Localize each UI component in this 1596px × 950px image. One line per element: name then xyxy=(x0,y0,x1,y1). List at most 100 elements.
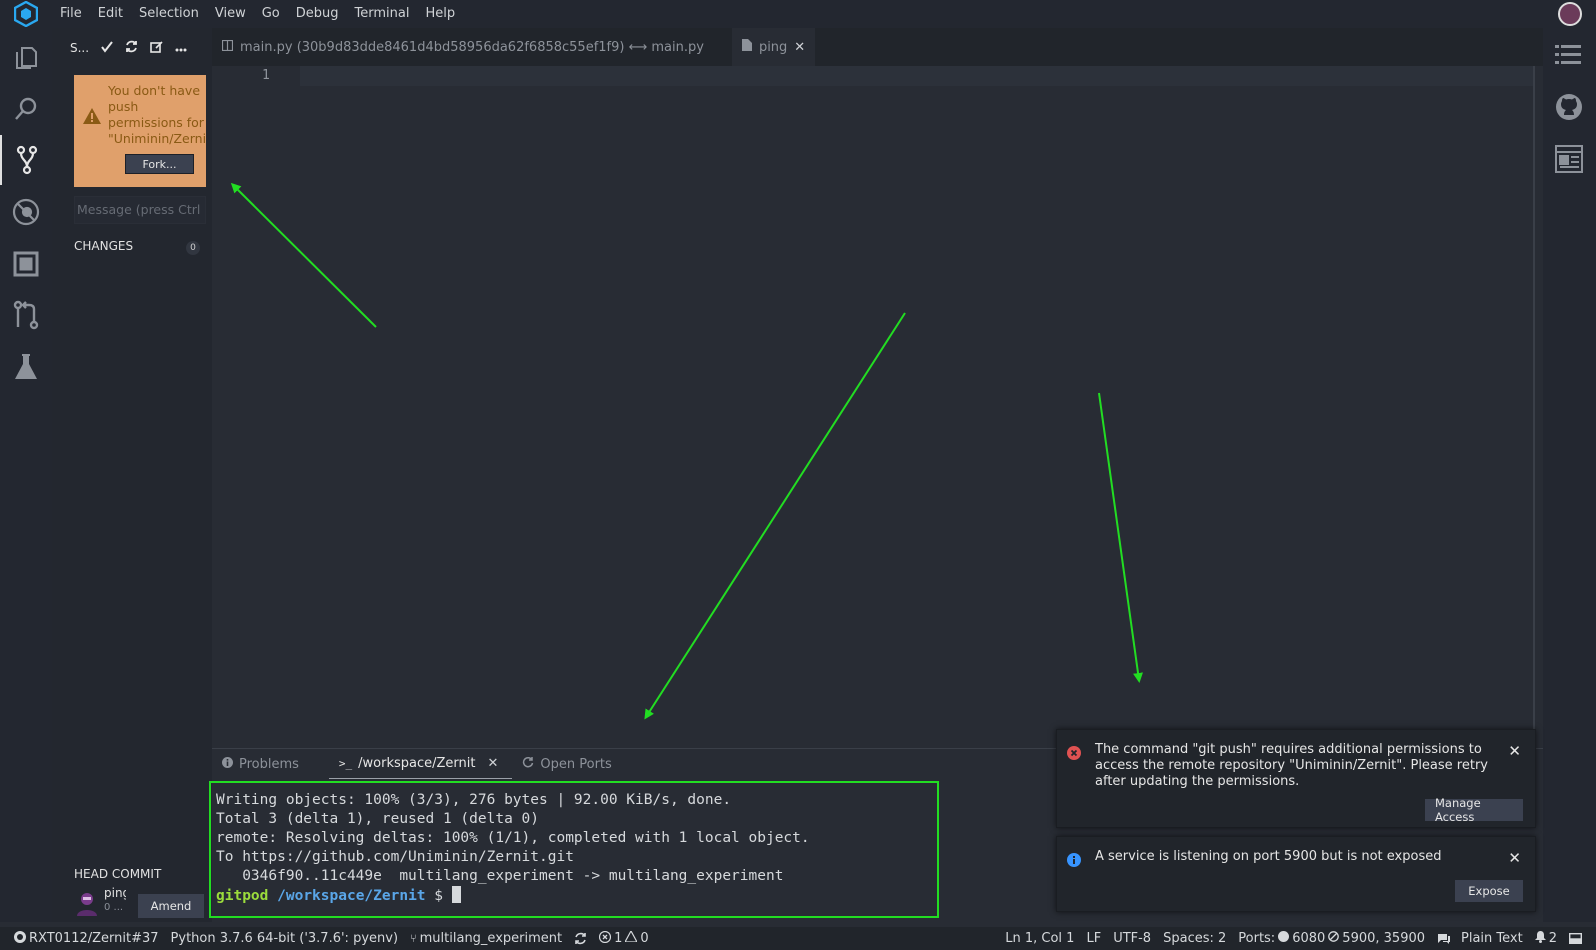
scm-title: S... xyxy=(70,41,90,55)
code-editor[interactable]: 1 xyxy=(212,66,1533,746)
notification-count: 2 xyxy=(1548,931,1557,946)
tab-problems[interactable]: Problems xyxy=(212,749,313,779)
terminal-line: To https://github.com/Uniminin/Zernit.gi… xyxy=(216,849,574,865)
refresh-icon xyxy=(522,756,534,772)
user-avatar[interactable] xyxy=(1558,2,1582,26)
menu-file[interactable]: File xyxy=(52,0,90,28)
cursor-label: Ln 1, Col 1 xyxy=(1005,931,1075,946)
feedback-icon[interactable] xyxy=(1437,933,1451,945)
status-cursor[interactable]: Ln 1, Col 1 xyxy=(1005,931,1074,946)
ptab-label: Problems xyxy=(239,756,299,772)
editor-scrollbar[interactable] xyxy=(1533,66,1535,746)
terminal-line: remote: Resolving deltas: 100% (1/1), co… xyxy=(216,830,810,846)
ptab-label: /workspace/Zernit xyxy=(358,756,476,771)
status-bar: RXT0112/Zernit#37 Python 3.7.6 64-bit ('… xyxy=(0,927,1596,950)
tab-main-diff[interactable]: main.py (30b9d83dde8461d4bd58956da62f685… xyxy=(212,28,714,66)
terminal-icon: >_ xyxy=(338,757,353,770)
warning-count: 0 xyxy=(640,931,649,946)
ptab-label: Open Ports xyxy=(540,756,612,772)
activity-bar xyxy=(0,28,52,922)
repo-label: RXT0112/Zernit#37 xyxy=(29,931,159,946)
python-label: Python 3.7.6 64-bit ('3.7.6': pyenv) xyxy=(170,931,399,946)
terminal-prompt: gitpod /workspace/Zernit $ xyxy=(216,886,461,906)
branch-label: multilang_experiment xyxy=(419,931,563,946)
error-icon xyxy=(599,930,612,947)
preview-icon[interactable] xyxy=(1555,145,1583,177)
tab-open-ports[interactable]: Open Ports xyxy=(512,749,625,779)
head-commit-label: HEAD COMMIT xyxy=(74,867,162,881)
editor-tab-bar: main.py (30b9d83dde8461d4bd58956da62f685… xyxy=(212,28,1543,66)
status-indent[interactable]: Spaces: 2 xyxy=(1163,931,1226,946)
tab-label: ping xyxy=(758,39,788,55)
commit-message-input[interactable]: Message (press Ctrl xyxy=(74,196,206,224)
refresh-icon[interactable] xyxy=(125,40,138,56)
panel-tabs: Problems >_ /workspace/Zernit ✕ Open Por… xyxy=(212,749,626,779)
close-icon[interactable]: ✕ xyxy=(1508,742,1521,760)
manage-access-button[interactable]: Manage Access xyxy=(1425,796,1523,824)
pull-request-icon[interactable] xyxy=(0,290,52,340)
menu-edit[interactable]: Edit xyxy=(90,0,131,28)
flask-icon[interactable] xyxy=(0,342,52,392)
status-ports[interactable]: Ports: 6080 5900, 35900 xyxy=(1238,931,1425,946)
outline-icon[interactable] xyxy=(1555,44,1581,70)
prompt-user: gitpod xyxy=(216,888,269,904)
prompt-path: /workspace/Zernit xyxy=(277,888,426,904)
terminal-cursor xyxy=(451,886,461,903)
commit-subtext: 0 ... xyxy=(104,902,124,913)
gitpod-logo-icon[interactable] xyxy=(0,0,52,28)
commit-check-icon[interactable] xyxy=(101,40,113,56)
fork-button[interactable]: Fork... xyxy=(125,154,194,174)
scm-header: S... xyxy=(52,28,212,68)
tab-terminal[interactable]: >_ /workspace/Zernit ✕ xyxy=(328,749,513,779)
encoding-label: UTF-8 xyxy=(1113,931,1152,946)
menu-go[interactable]: Go xyxy=(254,0,288,28)
amend-button[interactable]: Amend xyxy=(138,894,204,918)
github-icon[interactable] xyxy=(1555,93,1583,125)
tab-label: main.py (30b9d83dde8461d4bd58956da62f685… xyxy=(240,39,704,55)
sync-icon[interactable] xyxy=(574,932,587,945)
terminal-line: 0346f90..11c449e multilang_experiment ->… xyxy=(216,868,784,884)
notification-info: A service is listening on port 5900 but … xyxy=(1056,836,1536,912)
status-language[interactable]: Plain Text xyxy=(1461,931,1523,946)
status-notifications[interactable]: 2 xyxy=(1534,930,1557,947)
status-repo[interactable]: RXT0112/Zernit#37 xyxy=(14,930,159,947)
search-icon[interactable] xyxy=(0,84,52,134)
menu-help[interactable]: Help xyxy=(417,0,463,28)
tab-ping[interactable]: ping ✕ xyxy=(731,28,816,66)
more-icon[interactable] xyxy=(175,41,187,55)
menu-debug[interactable]: Debug xyxy=(288,0,347,28)
extensions-icon[interactable] xyxy=(0,239,52,289)
commit-author-avatar xyxy=(74,890,100,916)
close-icon[interactable]: ✕ xyxy=(1508,849,1521,867)
edit-icon[interactable] xyxy=(150,40,163,56)
file-icon xyxy=(741,39,752,55)
panel-toggle-icon[interactable] xyxy=(1569,933,1582,944)
tab-close-icon[interactable]: ✕ xyxy=(488,756,499,771)
status-eol[interactable]: LF xyxy=(1086,931,1101,946)
menu-view[interactable]: View xyxy=(207,0,254,28)
warning-text: You don't have push permissions for "Uni… xyxy=(108,83,206,146)
bell-icon xyxy=(1534,930,1546,947)
github-icon xyxy=(14,930,26,947)
port-open: 6080 xyxy=(1292,931,1326,946)
menu-terminal[interactable]: Terminal xyxy=(347,0,418,28)
indent-label: Spaces: 2 xyxy=(1163,931,1227,946)
status-branch[interactable]: ⑂ multilang_experiment xyxy=(410,931,562,946)
changes-header[interactable]: CHANGES xyxy=(74,239,133,253)
tab-close-icon[interactable]: ✕ xyxy=(794,40,805,55)
source-control-icon[interactable] xyxy=(0,135,52,185)
ports-label: Ports: xyxy=(1238,931,1276,946)
menu-selection[interactable]: Selection xyxy=(131,0,207,28)
expose-button[interactable]: Expose xyxy=(1455,880,1523,902)
notification-text: A service is listening on port 5900 but … xyxy=(1095,849,1442,864)
language-label: Plain Text xyxy=(1461,931,1523,946)
status-problems[interactable]: 1 0 xyxy=(599,929,649,947)
commit-name: ping xyxy=(104,886,126,900)
status-python[interactable]: Python 3.7.6 64-bit ('3.7.6': pyenv) xyxy=(171,931,399,946)
status-encoding[interactable]: UTF-8 xyxy=(1113,931,1151,946)
explorer-icon[interactable] xyxy=(0,32,52,82)
notification-error: The command "git push" requires addition… xyxy=(1056,729,1536,828)
info-icon xyxy=(1067,853,1081,871)
branch-icon: ⑂ xyxy=(410,932,417,945)
debug-icon[interactable] xyxy=(0,187,52,237)
